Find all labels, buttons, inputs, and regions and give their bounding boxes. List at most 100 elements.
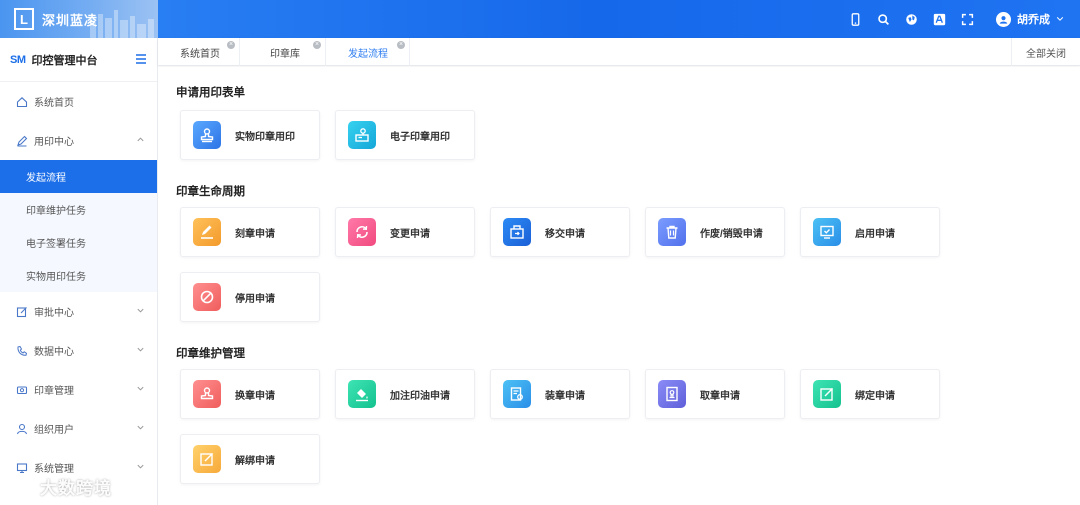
watermark: 大数跨境 — [10, 474, 112, 499]
chevron-down-icon — [137, 425, 144, 430]
tab-start-process[interactable]: 发起流程 × — [326, 38, 410, 66]
seal-icon — [16, 384, 28, 396]
card-unbind-request[interactable]: 解绑申请 — [180, 434, 320, 484]
card-label: 加注印油申请 — [390, 390, 450, 402]
card-label: 停用申请 — [235, 293, 275, 305]
edit-icon — [16, 306, 28, 318]
install-icon — [503, 380, 531, 408]
section-title: 印章生命周期 — [176, 186, 245, 198]
sidebar-item-label: 组织用户 — [34, 425, 74, 436]
brand[interactable]: L 深圳蓝凌 — [0, 0, 158, 38]
sidebar-subitem-seal-maintenance[interactable]: 印章维护任务 — [0, 193, 157, 226]
brand-logo: L — [14, 8, 34, 30]
close-icon[interactable]: × — [397, 41, 405, 49]
refresh-icon — [348, 218, 376, 246]
card-change-request[interactable]: 变更申请 — [335, 207, 475, 257]
unbind-icon — [193, 445, 221, 473]
sidebar: SM 印控管理中台 系统首页 用印中心 发起流程 印章维护任务 电子签署任务 实… — [0, 38, 158, 505]
card-install-seal-request[interactable]: 装章申请 — [490, 369, 630, 419]
sidebar-item-seal-center[interactable]: 用印中心 — [0, 121, 157, 160]
chevron-down-icon — [137, 386, 144, 391]
main-content: 申请用印表单 实物印章用印 电子印章用印 印章生命周期 刻章申请 变更申请 移交… — [158, 67, 1080, 505]
user-icon — [16, 423, 28, 435]
card-label: 电子印章用印 — [390, 131, 450, 143]
sidebar-item-label: 数据中心 — [34, 347, 74, 358]
card-swap-seal-request[interactable]: 换章申请 — [180, 369, 320, 419]
fullscreen-icon[interactable] — [960, 12, 974, 26]
sidebar-item-seal-mgmt[interactable]: 印章管理 — [0, 370, 157, 409]
bind-icon — [813, 380, 841, 408]
sidebar-subitem-physical-seal[interactable]: 实物用印任务 — [0, 259, 157, 292]
sidebar-title: 印控管理中台 — [31, 54, 98, 67]
card-label: 实物印章用印 — [235, 131, 295, 143]
sidebar-item-label: 审批中心 — [34, 308, 74, 319]
trash-icon — [658, 218, 686, 246]
close-all-button[interactable]: 全部关闭 — [1011, 38, 1080, 66]
tab-label: 印章库 — [270, 48, 300, 60]
card-ink-refill-request[interactable]: 加注印油申请 — [335, 369, 475, 419]
card-label: 取章申请 — [700, 390, 740, 402]
card-void-destroy-request[interactable]: 作废/销毁申请 — [645, 207, 785, 257]
user-name: 胡乔成 — [1017, 14, 1050, 26]
engrave-icon — [193, 218, 221, 246]
toolbar-icons: 胡乔成 — [848, 0, 1064, 38]
card-disable-request[interactable]: 停用申请 — [180, 272, 320, 322]
sidebar-item-label: 系统首页 — [34, 98, 74, 109]
sidebar-item-org-users[interactable]: 组织用户 — [0, 409, 157, 448]
card-retrieve-seal-request[interactable]: 取章申请 — [645, 369, 785, 419]
card-label: 作废/销毁申请 — [700, 228, 763, 240]
menu-collapse-icon[interactable] — [135, 53, 147, 65]
tabs-bar: 系统首页 × 印章库 × 发起流程 × 全部关闭 — [158, 38, 1080, 66]
card-electronic-seal-use[interactable]: 电子印章用印 — [335, 110, 475, 160]
chevron-down-icon — [1056, 17, 1064, 21]
close-icon[interactable]: × — [313, 41, 321, 49]
mobile-icon[interactable] — [848, 12, 862, 26]
home-icon — [16, 96, 28, 108]
card-label: 变更申请 — [390, 228, 430, 240]
card-label: 绑定申请 — [855, 390, 895, 402]
card-transfer-request[interactable]: 移交申请 — [490, 207, 630, 257]
card-label: 装章申请 — [545, 390, 585, 402]
card-physical-seal-use[interactable]: 实物印章用印 — [180, 110, 320, 160]
tab-label: 发起流程 — [348, 48, 388, 60]
watermark-logo-icon — [10, 479, 35, 494]
section-title: 申请用印表单 — [176, 87, 245, 99]
pen-icon — [16, 135, 28, 147]
translate-icon[interactable] — [932, 12, 946, 26]
transfer-icon — [503, 218, 531, 246]
retrieve-icon — [658, 380, 686, 408]
close-icon[interactable]: × — [227, 41, 235, 49]
sidebar-subitem-start-process[interactable]: 发起流程 — [0, 160, 157, 193]
ink-icon — [348, 380, 376, 408]
card-label: 移交申请 — [545, 228, 585, 240]
phone-icon — [16, 345, 28, 357]
chevron-down-icon — [137, 308, 144, 313]
enable-icon — [813, 218, 841, 246]
globe-icon[interactable] — [904, 12, 918, 26]
card-label: 换章申请 — [235, 390, 275, 402]
card-enable-request[interactable]: 启用申请 — [800, 207, 940, 257]
swap-stamp-icon — [193, 380, 221, 408]
search-icon[interactable] — [876, 12, 890, 26]
stamp-icon — [193, 121, 221, 149]
tab-home[interactable]: 系统首页 × — [158, 38, 240, 66]
sidebar-item-approval[interactable]: 审批中心 — [0, 292, 157, 331]
user-menu[interactable]: 胡乔成 — [996, 11, 1064, 27]
card-engrave-request[interactable]: 刻章申请 — [180, 207, 320, 257]
sidebar-item-home[interactable]: 系统首页 — [0, 82, 157, 121]
monitor-icon — [16, 462, 28, 474]
brand-name: 深圳蓝凌 — [42, 12, 99, 28]
tab-label: 系统首页 — [180, 48, 220, 60]
sidebar-header: SM 印控管理中台 — [0, 38, 157, 82]
avatar — [996, 11, 1011, 27]
sidebar-subitem-e-sign[interactable]: 电子签署任务 — [0, 226, 157, 259]
skyline-decoration — [90, 10, 154, 38]
tab-seal-library[interactable]: 印章库 × — [240, 38, 326, 66]
stop-icon — [193, 283, 221, 311]
sidebar-item-data[interactable]: 数据中心 — [0, 331, 157, 370]
card-bind-request[interactable]: 绑定申请 — [800, 369, 940, 419]
section-title: 印章维护管理 — [176, 348, 245, 360]
sidebar-item-label: 印章管理 — [34, 386, 74, 397]
sidebar-item-label: 用印中心 — [34, 137, 74, 148]
sidebar-item-label: 系统管理 — [34, 464, 74, 475]
